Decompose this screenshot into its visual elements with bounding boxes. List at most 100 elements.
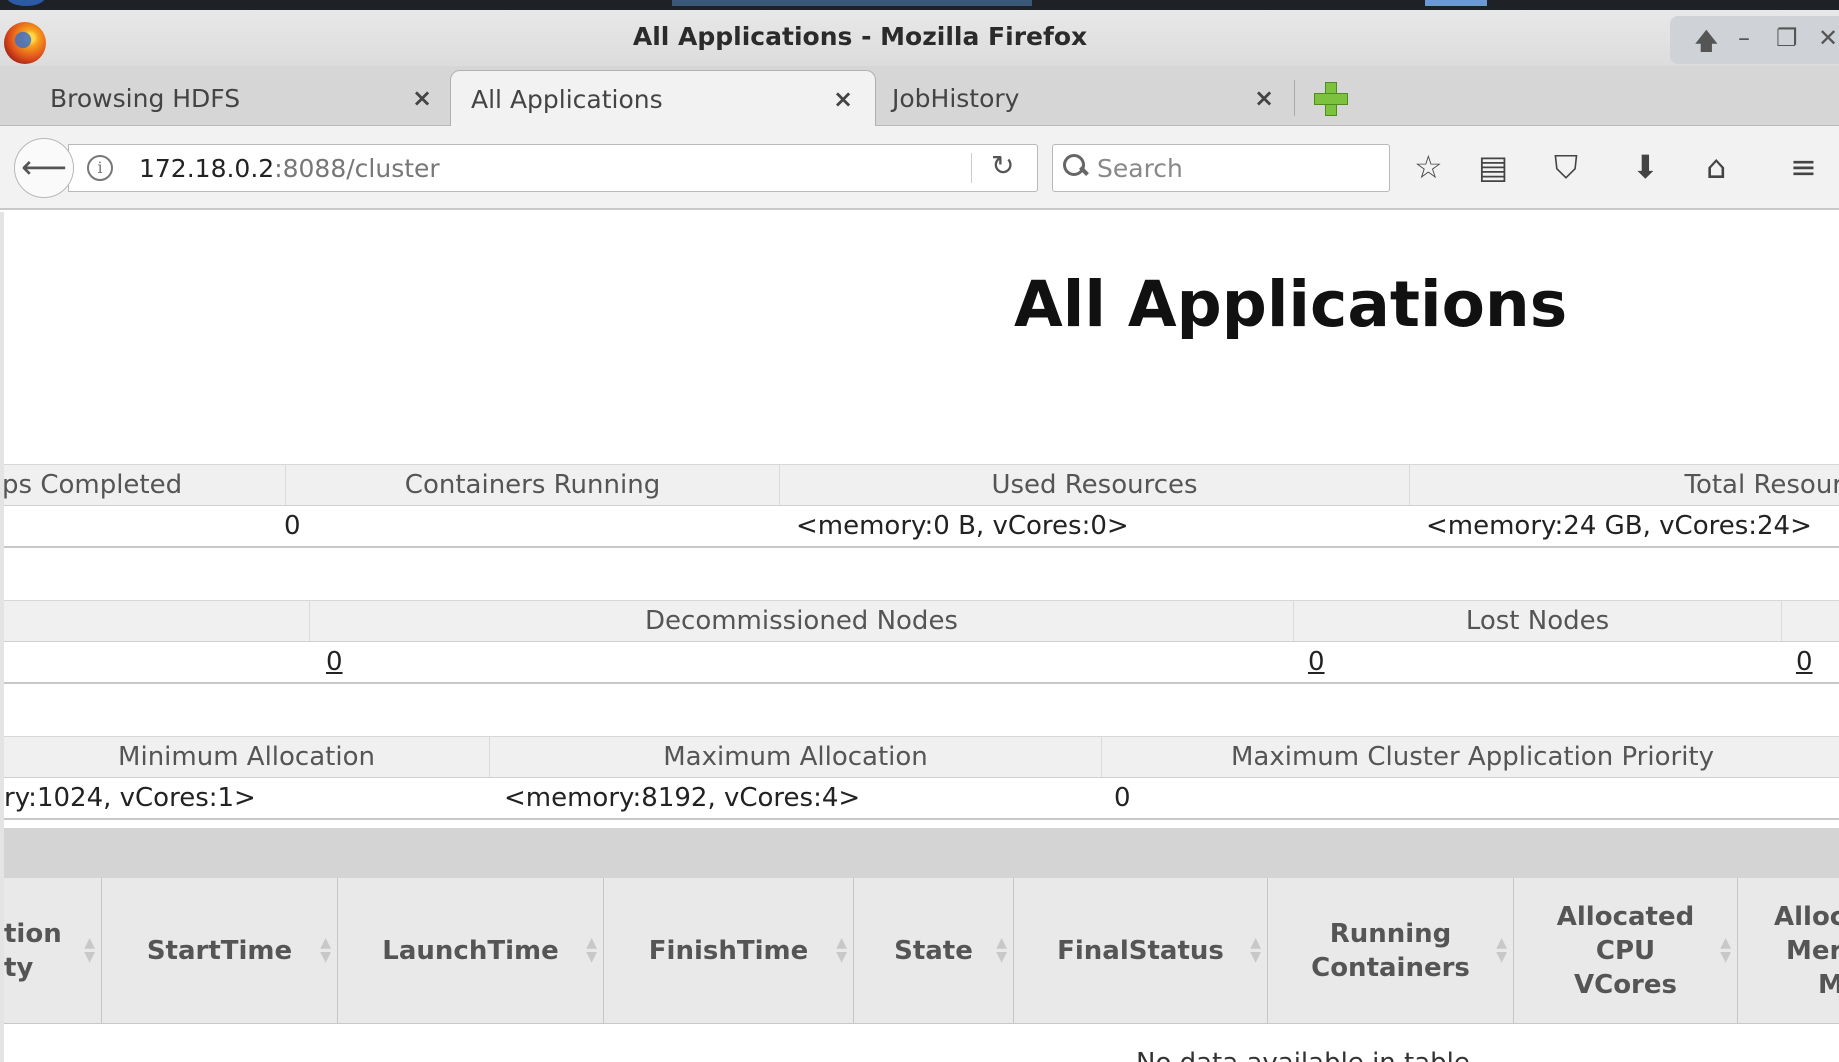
url-bar[interactable]: i 172.18.0.2:8088/cluster ↻ bbox=[68, 144, 1038, 192]
header-line: M bbox=[1774, 968, 1839, 1002]
header-line: tion bbox=[4, 919, 62, 949]
tab-all-applications[interactable]: All Applications × bbox=[450, 70, 876, 126]
url-separator bbox=[971, 153, 972, 183]
close-icon[interactable]: × bbox=[833, 85, 853, 113]
header-line: Alloc bbox=[1774, 902, 1839, 932]
tab-separator bbox=[1294, 80, 1295, 116]
tab-label: JobHistory bbox=[892, 84, 1020, 113]
desktop-top-strip bbox=[0, 0, 1839, 10]
header-line: Allocated bbox=[1556, 902, 1695, 932]
column-header: Maximum Allocation bbox=[490, 737, 1102, 777]
navigation-toolbar: i 172.18.0.2:8088/cluster ↻ ⟵ ☆ ▤ ⛉ ⬇ ⌂ … bbox=[0, 126, 1839, 210]
header-line: ty bbox=[4, 953, 34, 983]
header-line: State bbox=[894, 936, 973, 966]
column-header-state[interactable]: State ▲ ▼ bbox=[854, 878, 1014, 1024]
window-title: All Applications - Mozilla Firefox bbox=[632, 22, 1088, 51]
column-header-allocated-memory[interactable]: Alloc MerM bbox=[1738, 878, 1839, 1024]
reload-icon[interactable]: ↻ bbox=[991, 149, 1014, 182]
column-header bbox=[1782, 601, 1839, 641]
close-icon[interactable]: × bbox=[1254, 84, 1274, 112]
tab-jobhistory[interactable]: JobHistory × bbox=[880, 70, 1280, 126]
search-icon bbox=[1063, 154, 1087, 178]
tab-browsing-hdfs[interactable]: Browsing HDFS × bbox=[0, 70, 440, 126]
column-header-running-containers[interactable]: Running Containers ▲ ▼ bbox=[1268, 878, 1514, 1024]
empty-table-message: No data available in table bbox=[1136, 1048, 1470, 1062]
download-icon[interactable]: ⬇ bbox=[1632, 148, 1659, 186]
header-line: StartTime bbox=[146, 936, 293, 966]
home-icon[interactable]: ⌂ bbox=[1706, 148, 1726, 186]
table-cell-link[interactable]: 0 bbox=[1308, 642, 1348, 682]
table-header-row: ps Completed Containers Running Used Res… bbox=[4, 464, 1839, 506]
bookmark-star-icon[interactable]: ☆ bbox=[1414, 148, 1443, 186]
column-header: Lost Nodes bbox=[1294, 601, 1782, 641]
back-button[interactable]: ⟵ bbox=[14, 138, 74, 198]
column-header-finalstatus[interactable]: FinalStatus ▲ ▼ bbox=[1014, 878, 1268, 1024]
node-count-link[interactable]: 0 bbox=[1796, 647, 1813, 677]
taskbar-segment bbox=[1425, 0, 1487, 6]
new-tab-plus-icon[interactable] bbox=[1314, 82, 1348, 116]
sort-icon: ▲ ▼ bbox=[836, 935, 847, 965]
minimize-icon[interactable]: – bbox=[1738, 24, 1750, 52]
window-up-icon[interactable]: 🡅 bbox=[1694, 24, 1719, 65]
window-close-icon[interactable]: ✕ bbox=[1818, 24, 1838, 52]
search-bar[interactable] bbox=[1052, 144, 1390, 192]
column-header-allocated-cpu-vcores[interactable]: Allocated CPU VCores ▲ ▼ bbox=[1514, 878, 1738, 1024]
taskbar-segment bbox=[672, 0, 1032, 6]
node-count-link[interactable]: 0 bbox=[326, 647, 343, 677]
pocket-icon[interactable]: ⛉ bbox=[1554, 148, 1578, 187]
column-header: Minimum Allocation bbox=[4, 737, 490, 777]
info-icon[interactable]: i bbox=[87, 155, 113, 181]
restore-icon[interactable]: ❐ bbox=[1776, 24, 1798, 52]
column-header: Decommissioned Nodes bbox=[310, 601, 1294, 641]
sort-icon: ▲ ▼ bbox=[586, 935, 597, 965]
table-row: ry:1024, vCores:1> <memory:8192, vCores:… bbox=[4, 778, 1839, 820]
table-cell: <memory:24 GB, vCores:24> bbox=[1426, 511, 1812, 541]
sort-icon: ▲ ▼ bbox=[84, 935, 95, 965]
applications-table-header: tion ty ▲ ▼ StartTime ▲ ▼ LaunchTime ▲ ▼ Finish… bbox=[4, 878, 1839, 1024]
sort-icon: ▲ ▼ bbox=[1720, 935, 1731, 965]
column-header-finishtime[interactable]: FinishTime ▲ ▼ bbox=[604, 878, 854, 1024]
table-cell-link[interactable]: 0 bbox=[326, 642, 366, 682]
header-line: LaunchTime bbox=[382, 936, 559, 966]
table-toolbar-band bbox=[4, 828, 1839, 878]
table-cell: 0 bbox=[284, 511, 301, 541]
tab-label: All Applications bbox=[471, 85, 663, 114]
lost-nodes-link[interactable]: 0 bbox=[1308, 647, 1325, 677]
table-cell: <memory:0 B, vCores:0> bbox=[796, 511, 1129, 541]
table-header-row: Decommissioned Nodes Lost Nodes bbox=[4, 600, 1839, 642]
page-title: All Applications bbox=[1014, 268, 1568, 341]
column-header-starttime[interactable]: StartTime ▲ ▼ bbox=[102, 878, 338, 1024]
column-header-launchtime[interactable]: LaunchTime ▲ ▼ bbox=[338, 878, 604, 1024]
sort-icon: ▲ ▼ bbox=[996, 935, 1007, 965]
sort-icon: ▲ ▼ bbox=[1496, 935, 1507, 965]
sort-icon: ▲ ▼ bbox=[320, 935, 331, 965]
column-header-priority[interactable]: tion ty ▲ ▼ bbox=[4, 878, 102, 1024]
column-header: Containers Running bbox=[286, 465, 780, 505]
header-line: FinishTime bbox=[648, 936, 809, 966]
column-header bbox=[4, 601, 310, 641]
window-title-bar: All Applications - Mozilla Firefox 🡅 – ❐… bbox=[0, 10, 1839, 66]
table-cell-link[interactable]: 0 bbox=[1796, 642, 1836, 682]
header-line: Mer bbox=[1786, 936, 1839, 966]
reader-list-icon[interactable]: ▤ bbox=[1478, 148, 1508, 186]
url-text[interactable]: 172.18.0.2:8088/cluster bbox=[139, 154, 440, 183]
tab-label: Browsing HDFS bbox=[50, 84, 241, 113]
header-line: CPU bbox=[1595, 936, 1656, 966]
sort-icon: ▲ ▼ bbox=[1250, 935, 1261, 965]
column-header: Total Resour bbox=[1684, 470, 1839, 500]
menu-icon[interactable]: ≡ bbox=[1790, 148, 1817, 186]
url-host: 172.18.0.2 bbox=[139, 154, 275, 183]
table-cell: 0 bbox=[1114, 783, 1131, 813]
header-line: FinalStatus bbox=[1057, 936, 1224, 966]
close-icon[interactable]: × bbox=[412, 84, 432, 112]
search-input[interactable] bbox=[1097, 152, 1377, 184]
page-content: All Applications ps Completed Containers… bbox=[0, 212, 1839, 1062]
window-controls: 🡅 – ❐ ✕ bbox=[1670, 16, 1839, 64]
url-path: :8088/cluster bbox=[274, 154, 440, 183]
column-header: Maximum Cluster Application Priority bbox=[1231, 742, 1714, 772]
table-cell: ry:1024, vCores:1> bbox=[4, 783, 256, 813]
table-row: 0 0 0 bbox=[4, 642, 1839, 684]
table-header-row: Minimum Allocation Maximum Allocation Ma… bbox=[4, 736, 1839, 778]
table-cell: <memory:8192, vCores:4> bbox=[504, 783, 861, 813]
table-row: 0 <memory:0 B, vCores:0> <memory:24 GB, … bbox=[4, 506, 1839, 548]
